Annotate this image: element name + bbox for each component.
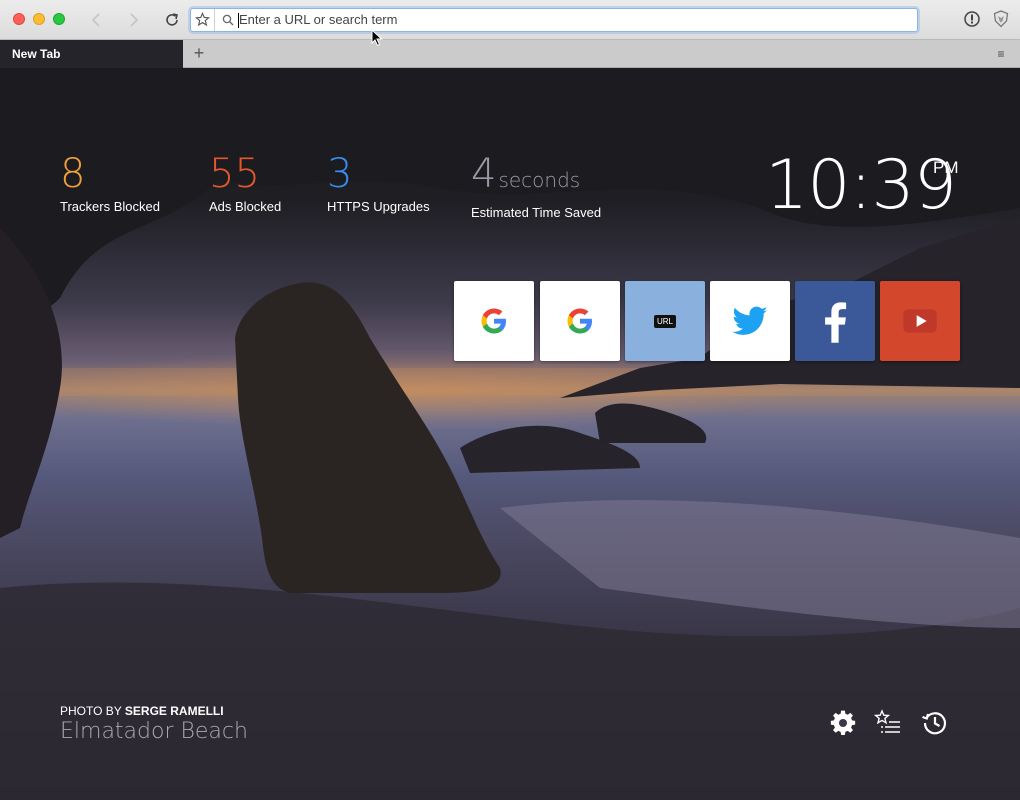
time-saved-value-row: 4 seconds — [471, 150, 601, 204]
photo-credit-name[interactable]: SERGE RAMELLI — [125, 704, 224, 718]
ads-label: Ads Blocked — [209, 199, 282, 214]
time-saved-label: Estimated Time Saved — [471, 205, 602, 220]
trackers-label: Trackers Blocked — [60, 199, 160, 214]
search-icon — [222, 14, 234, 26]
top-site-tile[interactable] — [880, 281, 960, 361]
stat-https-upgrades: 3 HTTPS Upgrades — [327, 150, 430, 214]
close-window-button[interactable] — [13, 13, 25, 25]
chevron-left-icon — [91, 13, 100, 27]
time-saved-unit: seconds — [498, 168, 581, 192]
new-tab-page: 8 Trackers Blocked 55 Ads Blocked 3 HTTP… — [0, 68, 1020, 800]
mouse-pointer — [371, 29, 383, 47]
https-count: 3 — [327, 151, 353, 197]
stat-time-saved: 4 seconds Estimated Time Saved — [471, 150, 601, 220]
zoom-window-button[interactable] — [53, 13, 65, 25]
history-icon[interactable] — [920, 708, 950, 738]
top-site-tile[interactable] — [540, 281, 620, 361]
reload-button[interactable] — [160, 8, 184, 32]
trackers-count: 8 — [60, 151, 86, 197]
bookmark-star-button[interactable] — [191, 9, 215, 31]
top-site-tile[interactable]: URL — [625, 281, 705, 361]
photo-credit-prefix: PHOTO BY — [60, 704, 122, 718]
forward-button[interactable] — [121, 8, 145, 32]
stat-trackers-blocked: 8 Trackers Blocked — [60, 150, 160, 214]
back-button[interactable] — [85, 8, 109, 32]
photo-credit: PHOTO BY SERGE RAMELLI — [60, 704, 224, 718]
minimize-window-button[interactable] — [33, 13, 45, 25]
url-bar[interactable] — [190, 8, 918, 32]
url-input[interactable] — [239, 9, 899, 31]
star-icon — [195, 12, 210, 27]
ads-count: 55 — [209, 151, 260, 197]
brave-shields-icon[interactable] — [992, 10, 1010, 28]
facebook-icon — [825, 302, 847, 343]
time-saved-value: 4 — [471, 151, 497, 197]
gear-icon[interactable] — [828, 708, 858, 738]
photo-location: Elmatador Beach — [60, 719, 248, 744]
new-tab-button[interactable]: + — [190, 40, 208, 68]
twitter-icon — [732, 306, 768, 335]
google-icon — [567, 308, 592, 334]
stat-ads-blocked: 55 Ads Blocked — [209, 150, 281, 214]
chevron-right-icon — [130, 13, 139, 27]
clock-time: 10:39 — [765, 146, 957, 225]
reload-icon — [166, 13, 178, 26]
top-site-tile[interactable] — [795, 281, 875, 361]
youtube-icon — [903, 309, 937, 333]
info-icon[interactable] — [963, 10, 981, 28]
tab-new-tab[interactable]: New Tab — [0, 40, 183, 68]
bookmarks-icon[interactable] — [873, 708, 903, 738]
title-bar — [0, 0, 1020, 40]
tab-bar: New Tab + ≡ — [0, 40, 1020, 68]
top-site-tile[interactable] — [710, 281, 790, 361]
https-label: HTTPS Upgrades — [327, 199, 430, 214]
top-site-tile[interactable] — [454, 281, 534, 361]
hamburger-menu-button[interactable]: ≡ — [994, 40, 1008, 68]
clock-ampm: PM — [933, 158, 959, 177]
url-icon: URL — [653, 314, 676, 328]
google-icon — [481, 308, 506, 334]
